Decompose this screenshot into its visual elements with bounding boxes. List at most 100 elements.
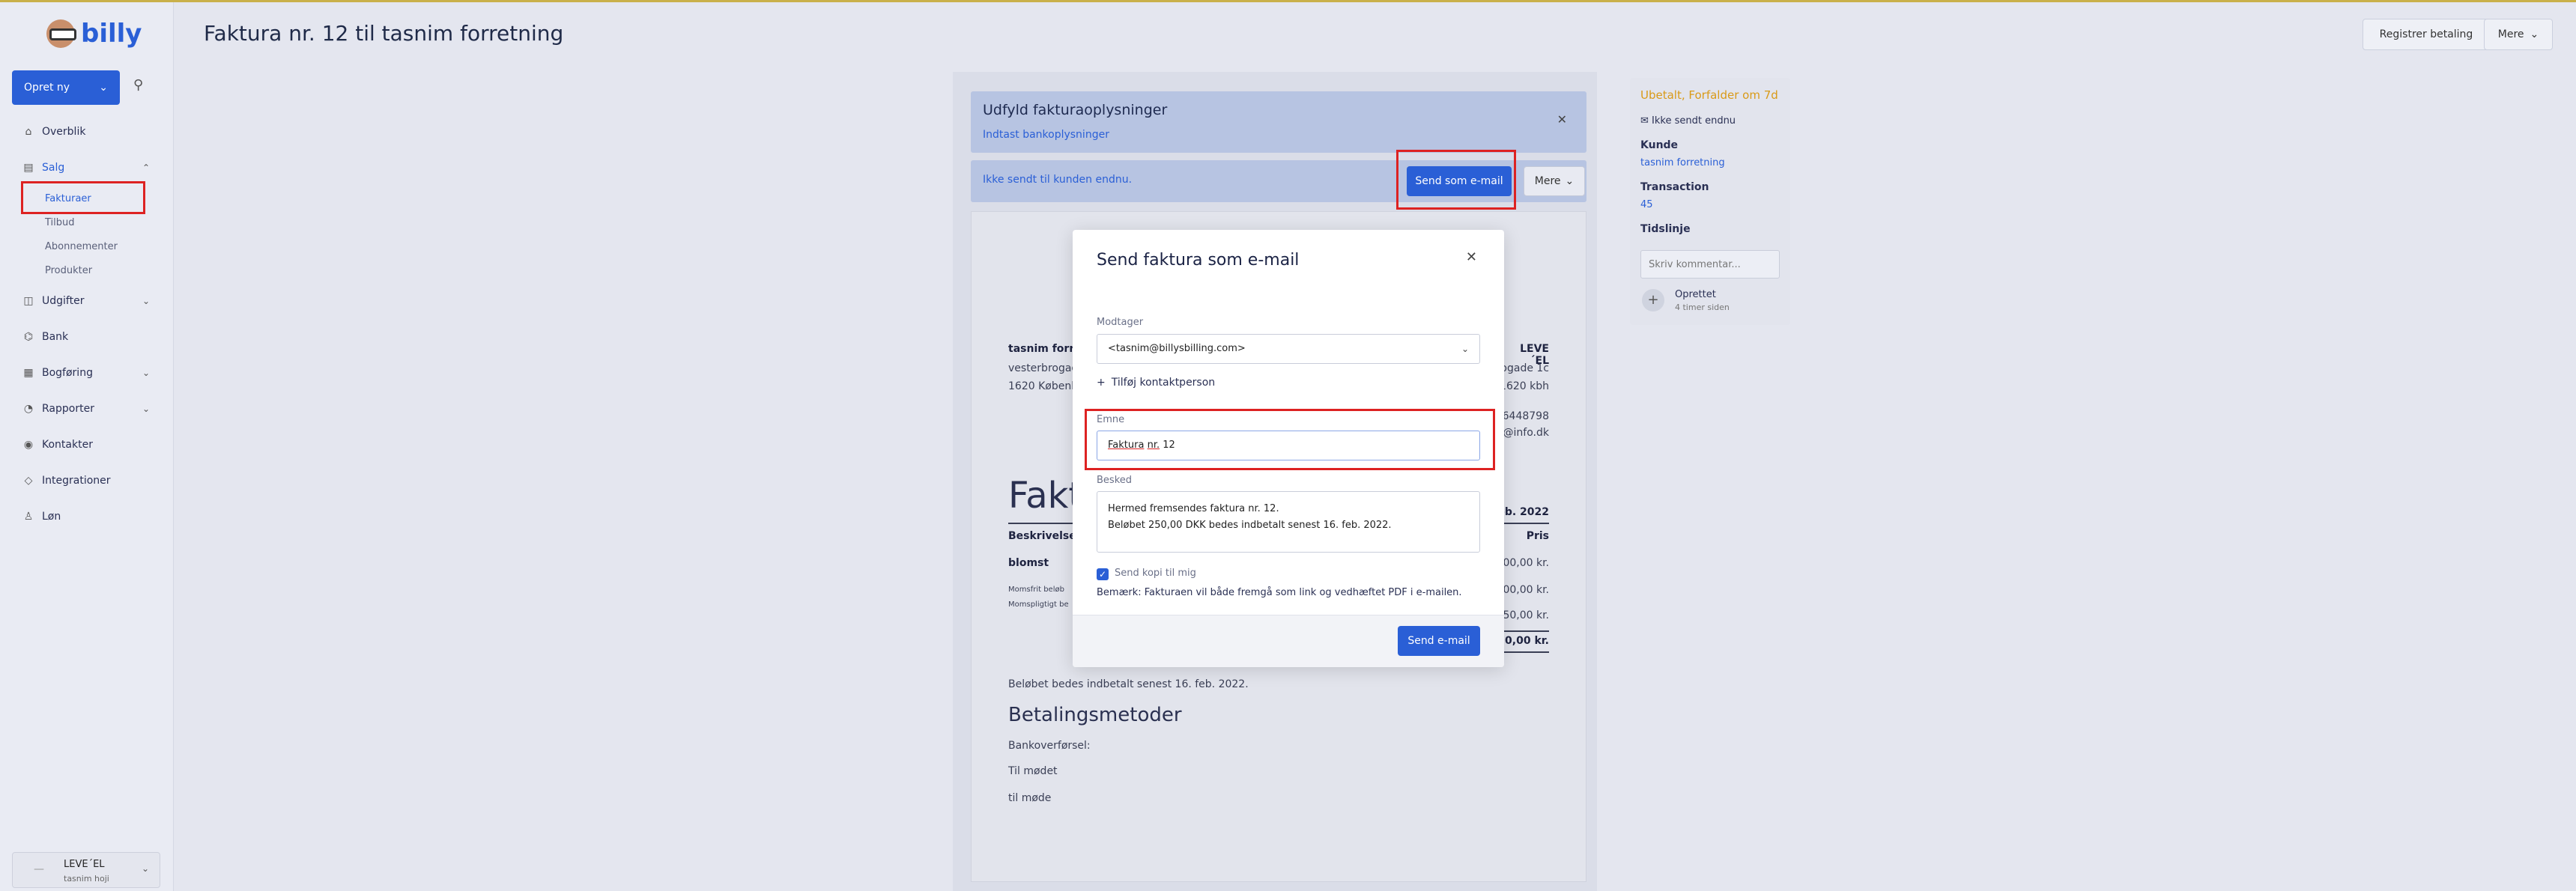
not-sent-status: ✉ Ikke sendt endnu: [1640, 115, 1736, 127]
customer-label: Kunde: [1640, 139, 1679, 151]
payment-methods-title: Betalingsmetoder: [1008, 704, 1182, 726]
sidebar-item-label: Løn: [42, 511, 61, 523]
sidebar-item-salg[interactable]: ▤ Salg ⌃: [22, 162, 150, 174]
org-name: LEVE´EL: [64, 859, 105, 870]
payment-method-1: Bankoverførsel:: [1008, 740, 1091, 752]
invoice-vat-free-label: Momsfrit beløb: [1008, 586, 1064, 594]
message-line-2: Beløbet 250,00 DKK bedes indbetalt senes…: [1108, 520, 1392, 531]
sidebar-item-label: Salg: [42, 162, 65, 174]
close-icon[interactable]: ✕: [1466, 249, 1477, 265]
invoice-total-divider-bottom: [1498, 651, 1549, 653]
sidebar-sub-produkter[interactable]: Produkter: [45, 265, 92, 276]
recipient-label: Modtager: [1097, 317, 1144, 328]
sidebar-item-label: Integrationer: [42, 475, 111, 487]
register-payment-button[interactable]: Registrer betaling: [2363, 19, 2490, 50]
plus-icon: +: [1642, 289, 1664, 311]
enter-bank-info-link[interactable]: Indtast bankoplysninger: [983, 129, 1109, 141]
bookkeeping-icon: ▦: [23, 367, 34, 379]
chevron-down-icon: ⌄: [142, 404, 150, 414]
sidebar-item-overblik[interactable]: ⌂ Overblik: [22, 126, 150, 138]
sidebar-item-integrationer[interactable]: ◇ Integrationer: [22, 475, 150, 487]
comment-input[interactable]: Skriv kommentar...: [1640, 250, 1780, 279]
invoice-line-item: blomst: [1008, 557, 1049, 569]
message-textarea[interactable]: Hermed fremsendes faktura nr. 12. Beløbe…: [1097, 491, 1480, 553]
sidebar-item-udgifter[interactable]: ◫ Udgifter ⌄: [22, 295, 150, 307]
send-copy-label: Send kopi til mig: [1115, 568, 1196, 579]
sidebar-item-bank[interactable]: ⌬ Bank: [22, 331, 150, 343]
org-avatar-icon: —: [34, 863, 44, 875]
organization-switcher[interactable]: — LEVE´EL tasnim hoji ⌄: [12, 852, 160, 888]
status-text: Ubetalt, Forfalder om 7d: [1640, 88, 1778, 102]
not-sent-text: Ikke sendt til kunden endnu.: [983, 174, 1133, 186]
chevron-down-icon: ⌄: [141, 863, 149, 874]
modal-footer: Send e-mail: [1073, 615, 1504, 667]
sidebar-item-label: Kontakter: [42, 439, 93, 451]
sidebar-item-rapporter[interactable]: ◔ Rapporter ⌄: [22, 403, 150, 415]
chevron-down-icon: ⌄: [142, 368, 150, 378]
billy-mascot-icon: [46, 19, 76, 48]
envelope-icon: ✉: [1640, 115, 1652, 127]
expenses-icon: ◫: [23, 295, 34, 307]
sidebar-item-label: Bogføring: [42, 367, 93, 379]
not-sent-status-label: Ikke sendt endnu: [1652, 115, 1736, 127]
chevron-down-icon: ⌄: [2530, 28, 2539, 40]
create-new-button[interactable]: Opret ny ⌄: [12, 70, 120, 105]
sidebar-item-label: Rapporter: [42, 403, 94, 415]
plus-icon: +: [1097, 377, 1106, 389]
create-new-label: Opret ny: [24, 82, 70, 94]
timeline-label: Tidslinje: [1640, 223, 1691, 235]
payroll-icon: ♙: [23, 511, 34, 523]
invoice-more-button[interactable]: Mere ⌄: [1524, 166, 1585, 196]
page-title: Faktura nr. 12 til tasnim forretning: [204, 21, 564, 46]
integrations-icon: ◇: [24, 475, 33, 487]
recipient-value: <tasnim@billysbilling.com>: [1108, 343, 1246, 354]
chevron-down-icon: ⌄: [1461, 344, 1469, 354]
invoice-due-text: Beløbet bedes indbetalt senest 16. feb. …: [1008, 678, 1249, 690]
org-user: tasnim hoji: [64, 874, 109, 884]
sidebar-item-label: Udgifter: [42, 295, 85, 307]
sidebar-sub-tilbud[interactable]: Tilbud: [45, 217, 75, 228]
send-copy-checkbox[interactable]: ✓: [1097, 568, 1109, 580]
more-button[interactable]: Mere ⌄: [2484, 19, 2553, 50]
invoice-more-label: Mere: [1534, 175, 1561, 187]
timeline-created: Oprettet: [1675, 289, 1716, 300]
payment-method-3: til møde: [1008, 792, 1052, 804]
logo[interactable]: billy: [46, 19, 142, 49]
invoice-customer-street: vesterbrogad: [1008, 362, 1079, 374]
chevron-down-icon: ⌄: [99, 82, 108, 94]
close-icon[interactable]: ✕: [1557, 112, 1567, 127]
add-contact-button[interactable]: + Tilføj kontaktperson: [1097, 377, 1215, 389]
invoice-big-title: Fakt: [1008, 475, 1083, 517]
transaction-label: Transaction: [1640, 181, 1709, 193]
register-payment-label: Registrer betaling: [2379, 28, 2473, 40]
invoice-total-divider: [1498, 630, 1549, 632]
invoice-vat-liable-label: Momspligtigt be: [1008, 600, 1069, 609]
sidebar-item-kontakter[interactable]: ◉ Kontakter: [22, 439, 150, 451]
chevron-down-icon: ⌄: [142, 296, 150, 306]
more-label: Mere: [2497, 28, 2524, 40]
attachment-note: Bemærk: Fakturaen vil både fremgå som li…: [1097, 587, 1462, 598]
contacts-icon: ◉: [23, 439, 34, 451]
customer-link[interactable]: tasnim forretning: [1640, 157, 1725, 168]
bank-icon: ⌬: [23, 331, 34, 343]
search-icon[interactable]: ⚲: [133, 77, 153, 97]
highlight-box-send-email: [1396, 150, 1516, 210]
modal-title: Send faktura som e-mail: [1097, 251, 1300, 270]
add-contact-label: Tilføj kontaktperson: [1111, 377, 1216, 389]
sidebar-sub-abonnementer[interactable]: Abonnementer: [45, 241, 118, 252]
dashboard-icon: ⌂: [25, 126, 32, 138]
invoice-customer-name: tasnim forre: [1008, 343, 1082, 355]
chevron-up-icon: ⌃: [142, 162, 150, 173]
send-email-button[interactable]: Send e-mail: [1398, 626, 1480, 656]
fill-invoice-info-notice: Udfyld fakturaoplysninger Indtast bankop…: [971, 91, 1586, 153]
notice-title: Udfyld fakturaoplysninger: [983, 102, 1168, 118]
timeline-created-time: 4 timer siden: [1675, 302, 1730, 312]
invoice-customer-city: 1620 Københ: [1008, 380, 1079, 392]
recipient-select[interactable]: <tasnim@billysbilling.com> ⌄: [1097, 334, 1480, 364]
sidebar-item-lon[interactable]: ♙ Løn: [22, 511, 150, 523]
transaction-link[interactable]: 45: [1640, 199, 1653, 210]
sidebar-item-bogforing[interactable]: ▦ Bogføring ⌄: [22, 367, 150, 379]
message-label: Besked: [1097, 475, 1133, 486]
payment-method-2: Til mødet: [1008, 765, 1058, 777]
top-accent-bar: [0, 0, 2576, 2]
